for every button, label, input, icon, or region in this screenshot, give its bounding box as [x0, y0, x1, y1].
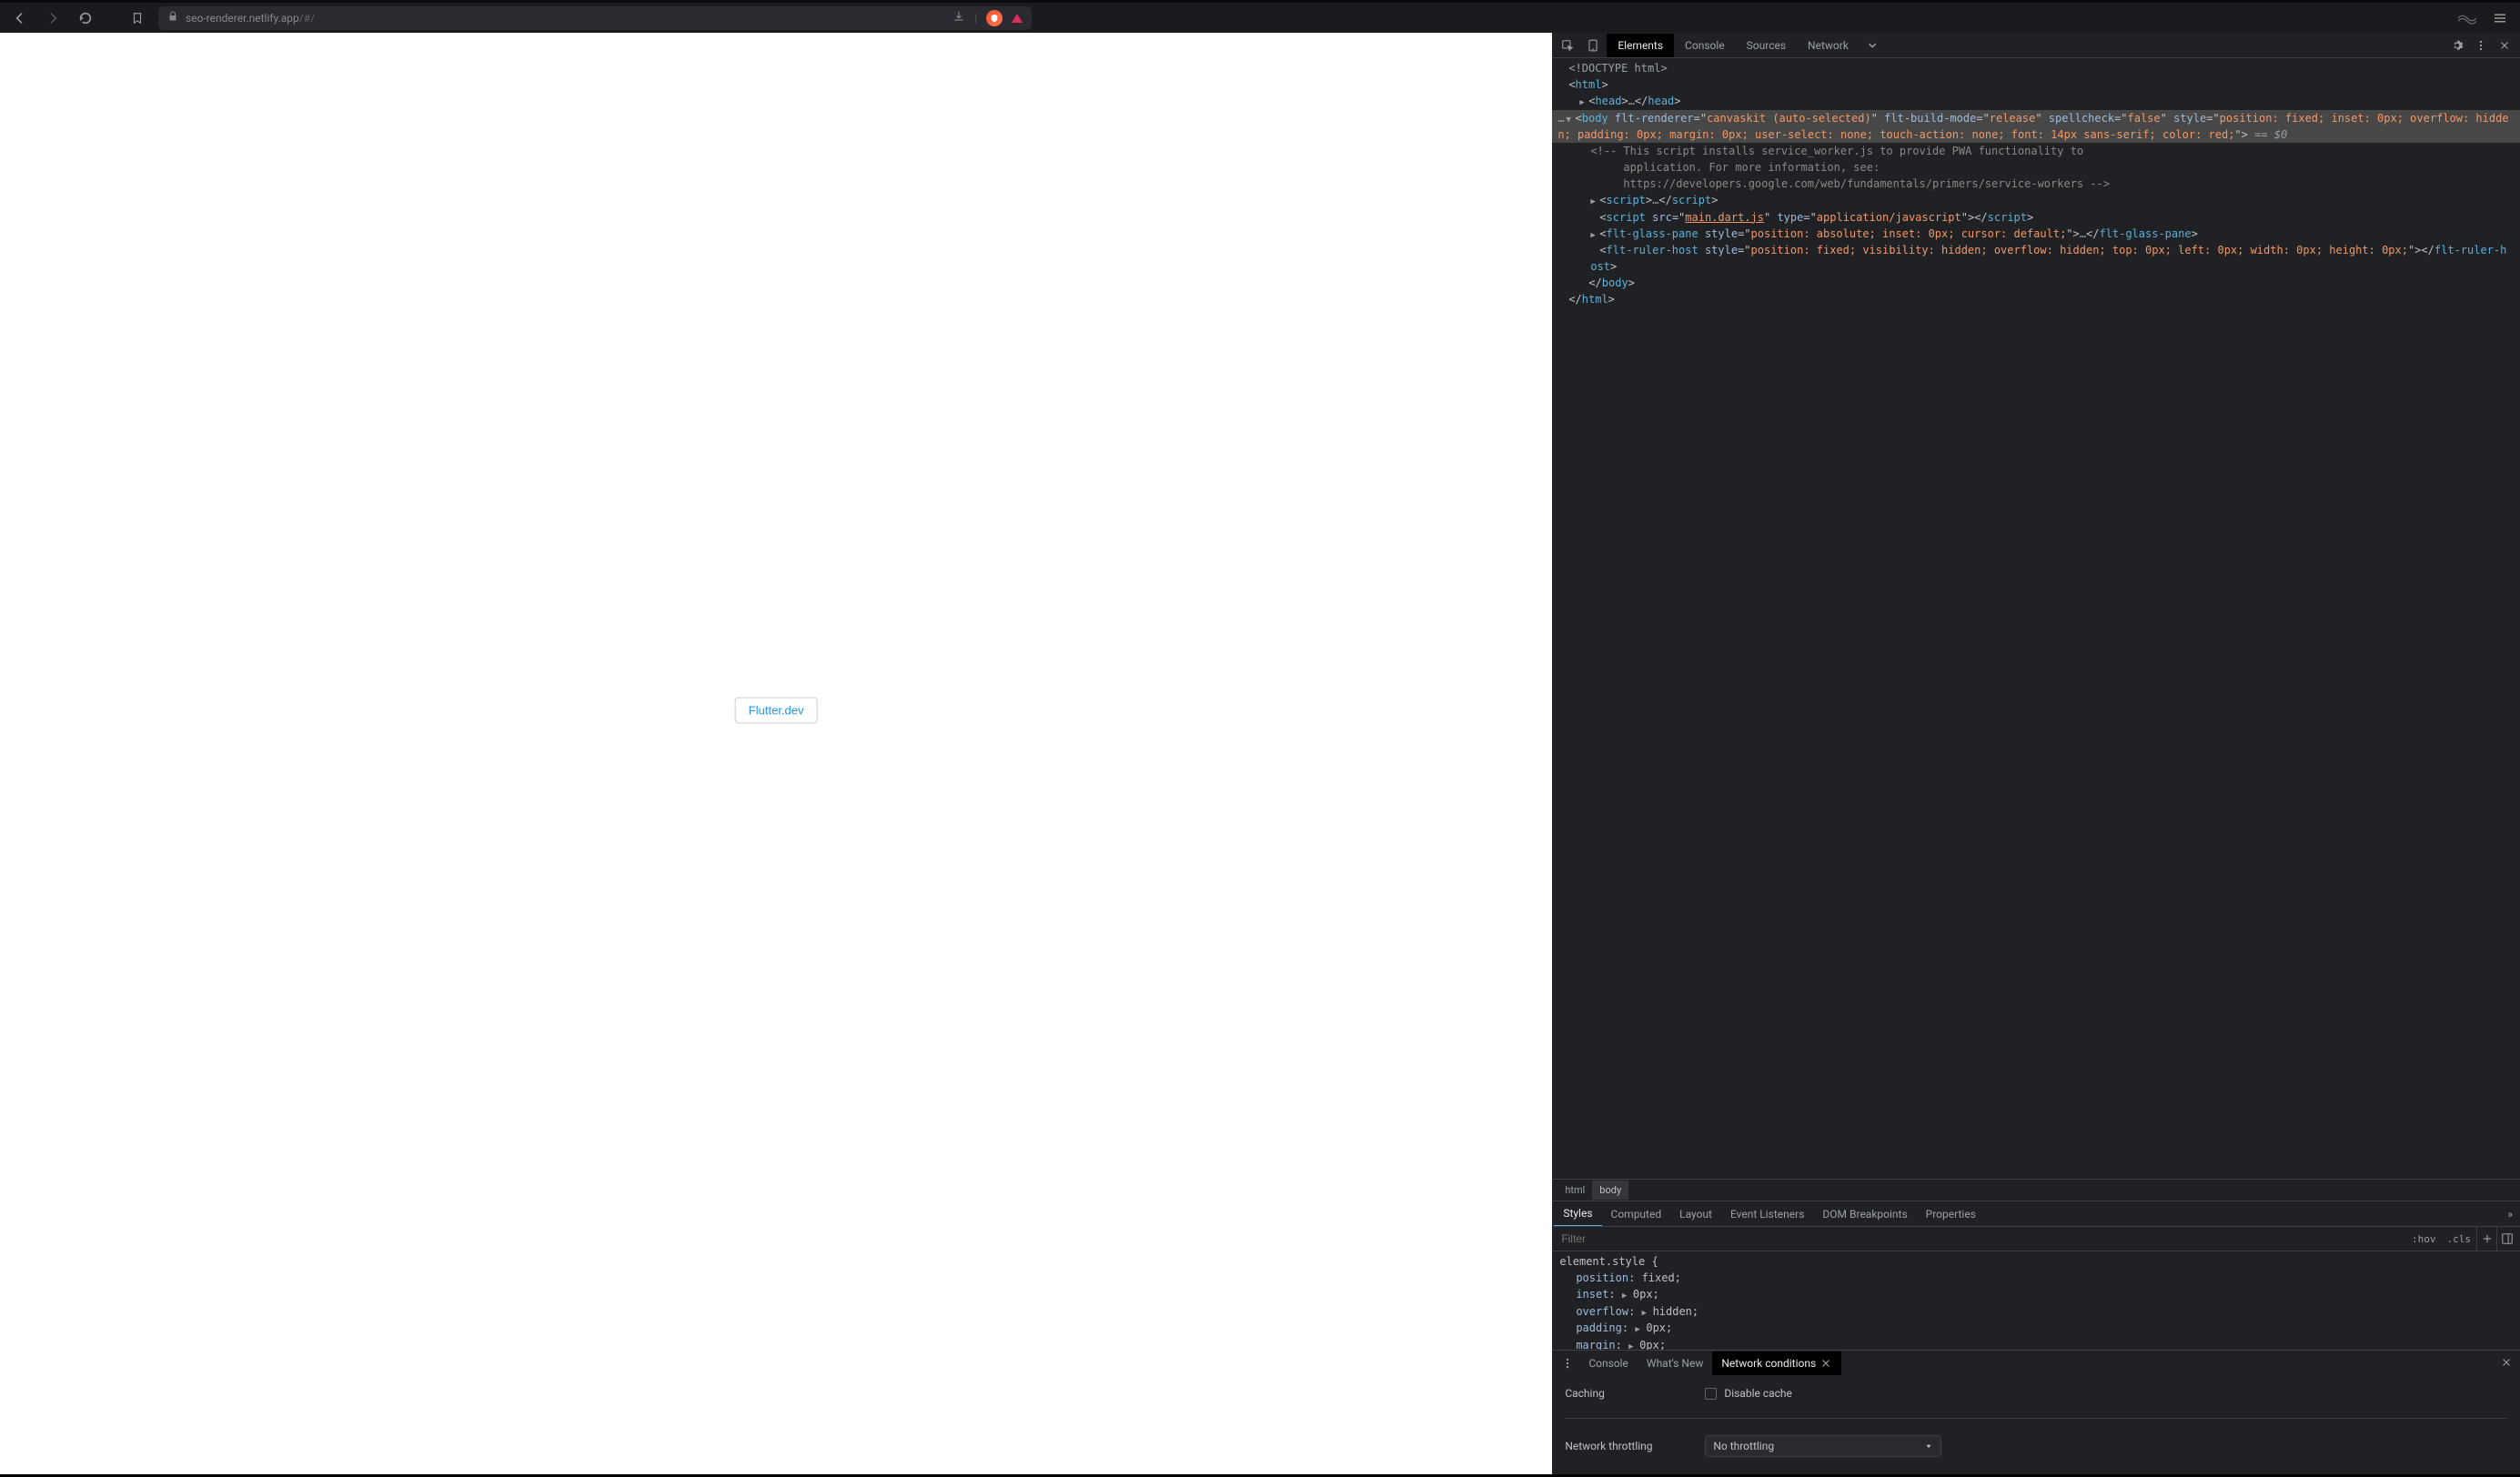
tab-console[interactable]: Console — [1674, 34, 1736, 57]
tab-elements[interactable]: Elements — [1607, 34, 1674, 57]
styles-more-button[interactable]: » — [2500, 1208, 2520, 1221]
more-tabs-button[interactable] — [1860, 34, 1883, 57]
devtools-panel: Elements Console Sources Network — [1552, 33, 2520, 1474]
browser-toolbar: seo-renderer.netlify.app/#/ | — [0, 0, 2520, 33]
drawer-tab-console[interactable]: Console — [1579, 1351, 1638, 1375]
tab-computed[interactable]: Computed — [1602, 1202, 1671, 1226]
download-icon[interactable] — [953, 10, 965, 25]
reload-button[interactable] — [73, 5, 98, 31]
cls-button[interactable]: .cls — [2442, 1233, 2477, 1245]
computed-sidebar-button[interactable] — [2496, 1227, 2516, 1251]
drawer: Console What's New Network conditions Ca… — [1552, 1350, 2520, 1474]
styles-tabs: Styles Computed Layout Event Listeners D… — [1552, 1201, 2520, 1226]
drawer-close-button[interactable] — [2493, 1356, 2520, 1372]
tab-sources[interactable]: Sources — [1736, 34, 1797, 57]
dom-tree[interactable]: <!DOCTYPE html> <html> ▶<head>…</head> …… — [1552, 58, 2520, 1179]
lock-icon — [167, 11, 178, 25]
throttling-label: Network throttling — [1565, 1440, 1705, 1452]
disable-cache-checkbox[interactable]: Disable cache — [1705, 1387, 1792, 1400]
bookmark-button[interactable] — [106, 11, 151, 25]
throttling-select[interactable]: No throttling — [1705, 1435, 1941, 1457]
tab-event-listeners[interactable]: Event Listeners — [1721, 1202, 1813, 1226]
forward-button[interactable] — [40, 5, 66, 31]
crumb-body[interactable]: body — [1592, 1181, 1628, 1200]
devtools-close-button[interactable] — [2493, 34, 2516, 57]
drawer-tab-whatsnew[interactable]: What's New — [1638, 1351, 1712, 1375]
styles-filter-input[interactable] — [1556, 1232, 2406, 1245]
inspect-element-button[interactable] — [1556, 34, 1579, 57]
url-bar[interactable]: seo-renderer.netlify.app/#/ | — [158, 6, 1032, 30]
styles-rules[interactable]: element.style { position: fixed; inset: … — [1552, 1251, 2520, 1350]
crumb-html[interactable]: html — [1557, 1181, 1592, 1200]
drawer-menu-button[interactable] — [1556, 1351, 1579, 1375]
devtools-toolbar: Elements Console Sources Network — [1552, 33, 2520, 58]
hov-button[interactable]: :hov — [2406, 1233, 2442, 1245]
close-icon[interactable] — [1819, 1357, 1832, 1370]
back-button[interactable] — [7, 5, 33, 31]
tab-styles[interactable]: Styles — [1554, 1201, 1601, 1227]
drawer-tabs: Console What's New Network conditions — [1552, 1351, 2520, 1376]
extension-icon[interactable] — [2454, 5, 2480, 31]
brave-rewards-icon[interactable] — [1012, 14, 1023, 23]
network-conditions-panel: Caching Disable cache Network throttling… — [1552, 1376, 2520, 1474]
tab-dom-breakpoints[interactable]: DOM Breakpoints — [1813, 1202, 1916, 1226]
tab-properties[interactable]: Properties — [1917, 1202, 1985, 1226]
devtools-menu-button[interactable] — [2469, 34, 2493, 57]
dom-breadcrumb: html body — [1552, 1179, 2520, 1201]
device-toggle-button[interactable] — [1581, 34, 1605, 57]
page-viewport: Flutter.dev — [0, 33, 1552, 1474]
caching-label: Caching — [1565, 1387, 1705, 1400]
browser-menu-button[interactable] — [2487, 5, 2513, 31]
settings-button[interactable] — [2445, 34, 2469, 57]
brave-shield-icon[interactable] — [986, 10, 1003, 26]
tab-layout[interactable]: Layout — [1670, 1202, 1721, 1226]
url-text: seo-renderer.netlify.app/#/ — [186, 12, 315, 25]
flutter-link-button[interactable]: Flutter.dev — [735, 697, 818, 723]
styles-filter-bar: :hov .cls — [1552, 1226, 2520, 1251]
new-style-button[interactable] — [2476, 1227, 2496, 1251]
drawer-tab-network-conditions[interactable]: Network conditions — [1712, 1351, 1841, 1375]
tab-network[interactable]: Network — [1797, 34, 1860, 57]
